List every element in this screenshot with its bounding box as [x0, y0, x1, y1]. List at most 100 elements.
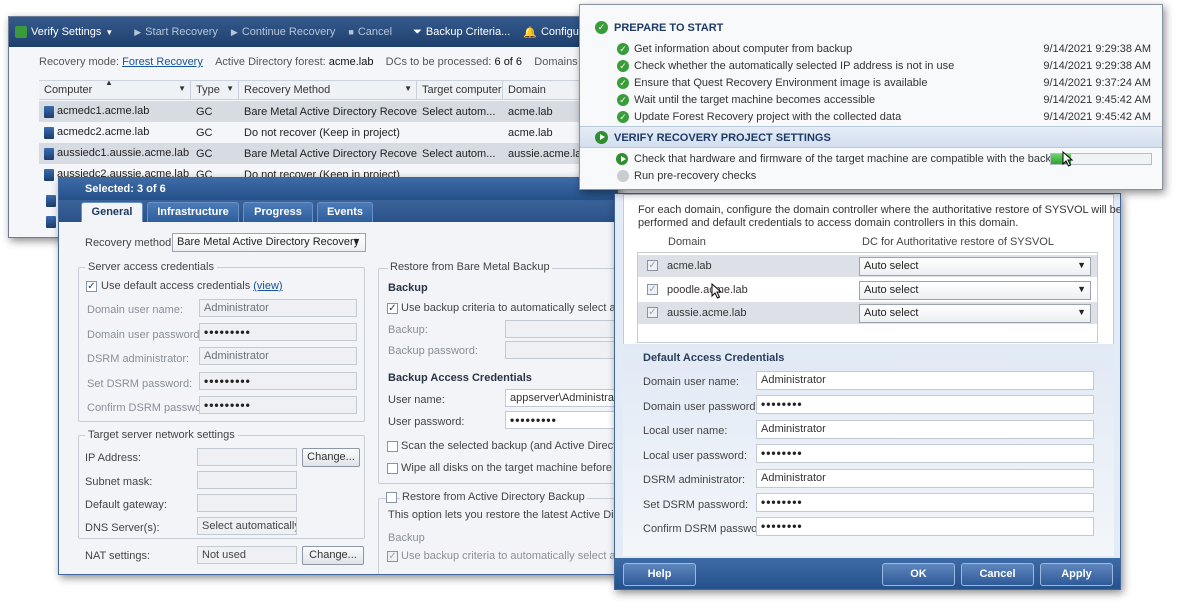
confirm-dsrm-label: Confirm DSRM passwor: [87, 402, 205, 414]
domain-password-field[interactable]: •••••••••: [199, 323, 357, 341]
local-user-field[interactable]: Administrator: [756, 420, 1094, 439]
chevron-down-icon: ▼: [352, 236, 361, 246]
step-timestamp: 9/14/2021 9:45:42 AM: [1043, 94, 1151, 106]
start-recovery-button[interactable]: ▶ Start Recovery: [134, 26, 218, 38]
dns-servers-field[interactable]: Select automatically: [197, 517, 297, 535]
backup-password-label: Backup password:: [388, 345, 478, 357]
view-credentials-link[interactable]: (view): [253, 280, 282, 292]
confirm-dsrm-field[interactable]: ••••••••: [756, 517, 1094, 536]
col-computer[interactable]: Computer ▲ ▼: [39, 81, 191, 99]
network-settings-title: Target server network settings: [85, 429, 238, 441]
current-step-label: Check that hardware and firmware of the …: [634, 153, 1064, 165]
recovery-settings-dialog: Selected: 3 of 6 General Infrastructure …: [58, 177, 618, 575]
bell-icon: 🔔: [523, 26, 537, 39]
cancel-button[interactable]: Cancel: [961, 563, 1034, 586]
tab-general[interactable]: General: [81, 202, 143, 222]
tab-events[interactable]: Events: [317, 202, 373, 222]
ip-address-field[interactable]: [197, 448, 297, 466]
use-backup-criteria-checkbox[interactable]: ✓: [387, 303, 398, 314]
chevron-down-icon: ▼: [1077, 260, 1086, 270]
cancel-button[interactable]: ■ Cancel: [348, 26, 392, 38]
filter-dropdown-icon[interactable]: ▼: [226, 84, 234, 93]
filter-dropdown-icon[interactable]: ▼: [404, 84, 412, 93]
recovery-mode-label: Recovery mode:: [39, 56, 120, 68]
play-icon: ▶: [134, 26, 142, 37]
sort-asc-icon: ▲: [105, 81, 113, 87]
ad-use-criteria-checkbox[interactable]: ✓: [387, 551, 398, 562]
bmb-user-name-field[interactable]: appserver\Administrato: [505, 389, 617, 407]
col-dc-header: DC for Authoritative restore of SYSVOL: [862, 236, 1054, 248]
dsrm-admin-label: DSRM administrator:: [87, 353, 190, 365]
change-nat-button[interactable]: Change...: [302, 546, 364, 565]
table-row[interactable]: acmedc1.acme.lab GC Bare Metal Active Di…: [39, 101, 593, 122]
bmb-user-password-field[interactable]: •••••••••: [505, 411, 617, 429]
step-timestamp: 9/14/2021 9:29:38 AM: [1043, 43, 1151, 55]
recovery-method-label: Recovery method:: [85, 237, 175, 249]
restore-ad-checkbox[interactable]: [386, 492, 397, 503]
ok-button[interactable]: OK: [882, 563, 955, 586]
pending-step-icon: [617, 170, 629, 182]
col-type[interactable]: Type ▼: [191, 81, 239, 99]
dns-servers-label: DNS Server(s):: [85, 522, 160, 534]
local-password-field[interactable]: ••••••••: [756, 444, 1094, 463]
nat-settings-field[interactable]: Not used: [197, 546, 297, 564]
stop-icon: ■: [348, 27, 354, 37]
sysvol-description: For each domain, configure the domain co…: [638, 204, 1121, 216]
ad-use-criteria-label: Use backup criteria to automatically sel…: [401, 550, 618, 562]
default-gateway-field[interactable]: [197, 494, 297, 512]
bmb-user-name-label: User name:: [388, 394, 445, 406]
table-row[interactable]: acmedc2.acme.lab GC Do not recover (Keep…: [39, 122, 593, 143]
change-ip-button[interactable]: Change...: [302, 448, 360, 467]
table-row[interactable]: aussiedc1.aussie.acme.lab GC Bare Metal …: [39, 143, 593, 164]
wipe-disks-label: Wipe all disks on the target machine bef…: [401, 462, 618, 474]
dsrm-admin-label: DSRM administrator:: [643, 474, 746, 486]
confirm-dsrm-label: Confirm DSRM passwor: [643, 523, 761, 535]
domain-checkbox[interactable]: ✓: [647, 307, 658, 318]
domain-user-field[interactable]: Administrator: [756, 371, 1094, 390]
set-dsrm-field[interactable]: ••••••••: [756, 493, 1094, 512]
verify-settings-button[interactable]: Verify Settings ▼: [15, 26, 113, 38]
use-backup-criteria-label: Use backup criteria to automatically sel…: [401, 302, 618, 314]
domain-password-field[interactable]: ••••••••: [756, 395, 1094, 414]
col-target-computer[interactable]: Target computer: [417, 81, 503, 99]
subnet-mask-label: Subnet mask:: [85, 476, 153, 488]
tab-progress[interactable]: Progress: [243, 202, 313, 222]
backup-criteria-button[interactable]: ⏷ Backup Criteria...: [413, 26, 510, 39]
chevron-down-icon: ▼: [1077, 307, 1086, 317]
subnet-mask-field[interactable]: [197, 471, 297, 489]
step-timestamp: 9/14/2021 9:45:42 AM: [1043, 111, 1151, 123]
confirm-dsrm-field[interactable]: •••••••••: [199, 396, 357, 414]
filter-dropdown-icon[interactable]: ▼: [178, 84, 186, 93]
dc-select[interactable]: Auto select ▼: [859, 304, 1091, 323]
dc-select[interactable]: Auto select ▼: [859, 281, 1091, 300]
use-default-credentials-checkbox[interactable]: ✓: [86, 281, 97, 292]
domain-user-field[interactable]: Administrator: [199, 299, 357, 317]
recovery-method-select[interactable]: Bare Metal Active Directory Recovery ▼: [172, 233, 366, 252]
domain-checkbox[interactable]: ✓: [647, 284, 658, 295]
continue-recovery-button[interactable]: ▶ Continue Recovery: [231, 26, 335, 38]
local-password-label: Local user password:: [643, 450, 747, 462]
domain-checkbox[interactable]: ✓: [647, 260, 658, 271]
forest-label: Active Directory forest:: [215, 56, 326, 68]
dsrm-admin-field[interactable]: Administrator: [756, 469, 1094, 488]
default-gateway-label: Default gateway:: [85, 499, 167, 511]
wipe-disks-checkbox[interactable]: [387, 463, 398, 474]
server-icon: [44, 126, 54, 139]
backup-password-field[interactable]: [505, 341, 617, 359]
ip-address-label: IP Address:: [85, 452, 142, 464]
help-button[interactable]: Help: [623, 563, 696, 586]
col-recovery-method[interactable]: Recovery Method ▼: [239, 81, 417, 99]
restore-bmb-title: Restore from Bare Metal Backup: [388, 261, 552, 273]
apply-button[interactable]: Apply: [1040, 563, 1113, 586]
scan-backup-checkbox[interactable]: [387, 441, 398, 452]
dsrm-admin-field[interactable]: Administrator: [199, 347, 357, 365]
tab-infrastructure[interactable]: Infrastructure: [147, 202, 239, 222]
domain-user-label: Domain user name:: [87, 304, 183, 316]
recovery-mode-link[interactable]: Forest Recovery: [122, 56, 203, 68]
dialog-footer: Help OK Cancel Apply: [615, 558, 1120, 589]
set-dsrm-label: Set DSRM password:: [643, 499, 749, 511]
dc-select[interactable]: Auto select ▼: [859, 257, 1091, 276]
backup-field[interactable]: [505, 320, 617, 338]
check-circle-icon: ✓: [617, 111, 629, 123]
set-dsrm-field[interactable]: •••••••••: [199, 372, 357, 390]
